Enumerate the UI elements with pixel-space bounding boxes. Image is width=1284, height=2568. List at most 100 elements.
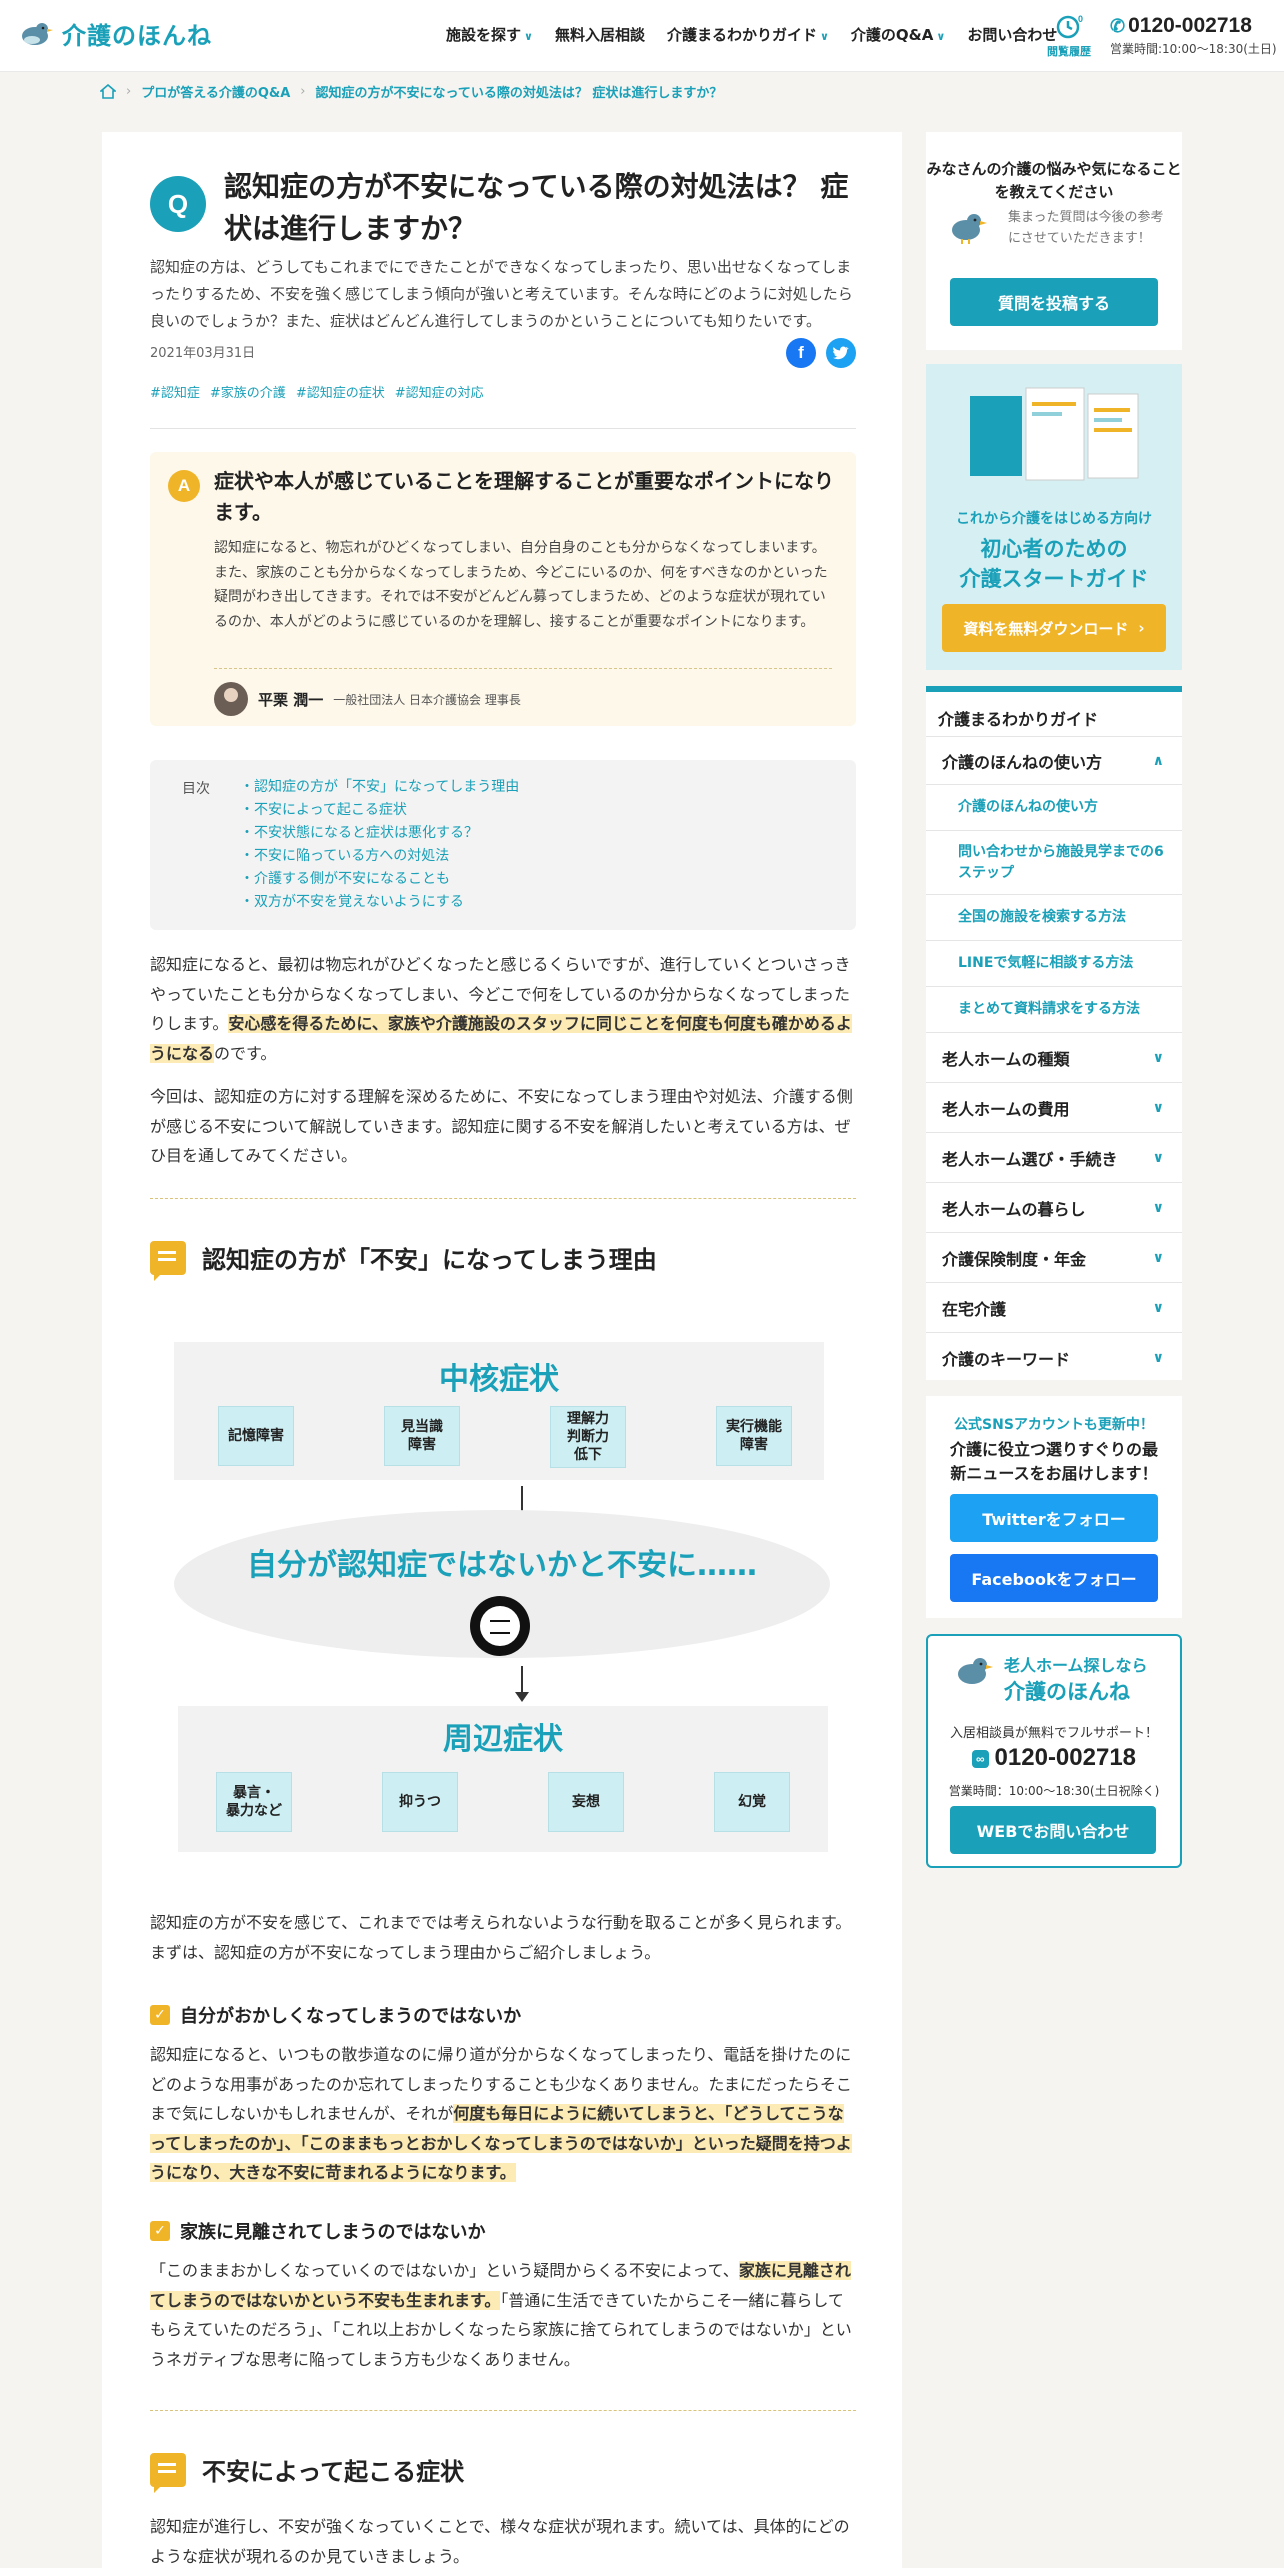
guide-section-label: 老人ホームの種類 bbox=[942, 1049, 1070, 1069]
toc-item-label: 認知症の方が「不安」になってしまう理由 bbox=[254, 779, 520, 795]
web-contact-button[interactable]: WEBでお問い合わせ bbox=[950, 1806, 1156, 1854]
start-guide-banner[interactable]: これから介護をはじめる方向け 初心者のための 介護スタートガイド 資料を無料ダウ… bbox=[926, 364, 1182, 670]
answer-author: 平栗 潤一 一般社団法人 日本介護協会 理事長 bbox=[214, 682, 521, 716]
guide-section[interactable]: 老人ホームの種類 ∨ bbox=[926, 1032, 1182, 1082]
site-logo[interactable]: 介護のほんね bbox=[16, 16, 212, 51]
breadcrumb-qa[interactable]: プロが答える介護のQ&A bbox=[141, 82, 290, 101]
toc-item-label: 不安によって起こる症状 bbox=[254, 802, 407, 819]
nav-contact[interactable]: お問い合わせ bbox=[967, 24, 1057, 45]
breadcrumb-current: 認知症の方が不安になっている際の対処法は？ 症状は進行しますか？ bbox=[315, 86, 723, 101]
twitter-share-icon[interactable] bbox=[826, 338, 856, 368]
subsection-title: 自分がおかしくなってしまうのではないか bbox=[180, 2006, 522, 2027]
toc-label: 目次 bbox=[182, 781, 210, 797]
checkbox-icon: ✓ bbox=[150, 2005, 170, 2025]
chevron-down-icon: ∨ bbox=[1152, 1049, 1164, 1066]
contact-card: 老人ホーム探しなら 介護のほんね 入居相談員が無料でフルサポート！ ∞ 0120-… bbox=[926, 1634, 1182, 1868]
toc-item[interactable]: ・不安によって起こる症状 bbox=[240, 799, 519, 822]
toc-item[interactable]: ・双方が不安を覚えないようにする bbox=[240, 891, 519, 914]
guide-section[interactable]: 老人ホームの暮らし ∨ bbox=[926, 1182, 1182, 1232]
nav-label: 施設を探す bbox=[446, 26, 522, 44]
facebook-share-icon[interactable]: f bbox=[786, 338, 816, 368]
subsection-heading: ✓ 家族に見離されてしまうのではないか bbox=[150, 2218, 485, 2244]
contact-card-sub: 老人ホーム探しなら bbox=[1004, 1656, 1148, 1675]
guide-banner-sub: これから介護をはじめる方向け bbox=[956, 511, 1152, 527]
peripheral-item: 暴言・ 暴力など bbox=[216, 1772, 292, 1832]
question-card-title: みなさんの介護の悩みや気になることを教えてください bbox=[926, 160, 1182, 202]
section-paragraph: 認知症が進行し、不安が強くなっていくことで、様々な症状が現れます。続いては、具体… bbox=[150, 2517, 850, 2566]
question-badge: Q bbox=[150, 176, 206, 232]
answer-badge: A bbox=[168, 470, 200, 502]
facebook-follow-button[interactable]: Facebookをフォロー bbox=[950, 1554, 1158, 1602]
text: 「このままおかしくなっていくのではないか」という疑問からくる不安によって、 bbox=[150, 2261, 739, 2280]
tag-link[interactable]: #認知症の症状 bbox=[296, 382, 385, 401]
guide-section[interactable]: 在宅介護 ∨ bbox=[926, 1282, 1182, 1332]
toc-item-label: 介護する側が不安になることも bbox=[254, 871, 450, 888]
button-label: 資料を無料ダウンロード bbox=[963, 619, 1129, 638]
guide-sub-item[interactable]: まとめて資料請求をする方法 bbox=[926, 986, 1182, 1032]
history-label: 閲覧履歴 bbox=[1047, 45, 1091, 58]
subsection-paragraph: 認知症になると、いつもの散歩道なのに帰り道が分からなくなってしまったり、電話を掛… bbox=[150, 2040, 856, 2188]
section-paragraph: 認知症の方が不安を感じて、これまででは考えられないような行動を取ることが多く見ら… bbox=[150, 1913, 852, 1962]
toc-item[interactable]: ・不安に陥っている方への対処法 bbox=[240, 845, 519, 868]
contact-phone[interactable]: ∞ 0120-002718 bbox=[928, 1744, 1180, 1772]
guide-section-label: 介護のほんねの使い方 bbox=[942, 752, 1103, 772]
guide-section[interactable]: 介護保険制度・年金 ∨ bbox=[926, 1232, 1182, 1282]
guide-section[interactable]: 老人ホームの費用 ∨ bbox=[926, 1082, 1182, 1132]
guide-menu-title: 介護まるわかりガイド bbox=[938, 710, 1099, 729]
share-buttons: f bbox=[786, 338, 856, 368]
core-item: 見当識 障害 bbox=[384, 1406, 460, 1466]
guide-section[interactable]: 介護のキーワード ∨ bbox=[926, 1332, 1182, 1382]
article: Q 認知症の方が不安になっている際の対処法は？ 症状は進行しますか？ 認知症の方… bbox=[102, 132, 902, 2568]
guide-sub-item[interactable]: 全国の施設を検索する方法 bbox=[926, 894, 1182, 940]
subsection-paragraph: 「このままおかしくなっていくのではないか」という疑問からくる不安によって、家族に… bbox=[150, 2256, 856, 2374]
peripheral-item: 妄想 bbox=[548, 1772, 624, 1832]
question-card: みなさんの介護の悩みや気になることを教えてください 集まった質問は今後の参考にさ… bbox=[926, 132, 1182, 350]
divider bbox=[150, 2410, 856, 2411]
history-button[interactable]: 0 閲覧履歴 bbox=[1046, 14, 1092, 59]
guide-section[interactable]: 老人ホーム選び・手続き ∨ bbox=[926, 1132, 1182, 1182]
speech-bubble-icon bbox=[150, 1240, 186, 1281]
toc-list: ・認知症の方が「不安」になってしまう理由 ・不安によって起こる症状 ・不安状態に… bbox=[240, 776, 519, 915]
core-item: 理解力 判断力 低下 bbox=[550, 1406, 626, 1468]
guide-sub-item[interactable]: LINEで気軽に相談する方法 bbox=[926, 940, 1182, 986]
subsection-heading: ✓ 自分がおかしくなってしまうのではないか bbox=[150, 2002, 521, 2028]
contact-hours: 営業時間：10:00〜18:30(土日祝除く) bbox=[948, 1784, 1160, 1798]
nav-facility-search[interactable]: 施設を探す ∨ bbox=[446, 24, 533, 45]
nav-free-consult[interactable]: 無料入居相談 bbox=[555, 24, 645, 45]
answer-box: A 症状や本人が感じていることを理解することが重要なポイントになります。 認知症… bbox=[150, 452, 856, 726]
tag-link[interactable]: #認知症の対応 bbox=[395, 382, 484, 401]
chevron-down-icon: ∨ bbox=[819, 30, 829, 43]
chevron-down-icon: ∨ bbox=[1152, 1249, 1164, 1266]
history-count: 0 bbox=[1078, 14, 1083, 24]
bird-mascot-icon bbox=[958, 1658, 993, 1684]
chevron-down-icon: ∨ bbox=[524, 30, 533, 43]
home-icon[interactable] bbox=[100, 84, 116, 99]
guide-menu: 介護まるわかりガイド 介護のほんねの使い方 ∧ 介護のほんねの使い方 問い合わせか… bbox=[926, 686, 1182, 1380]
header-phone[interactable]: ✆ 0120-002718 営業時間:10:00〜18:30(土日) bbox=[1110, 14, 1277, 57]
peripheral-item: 抑うつ bbox=[382, 1772, 458, 1832]
nav-qa[interactable]: 介護のQ&A ∨ bbox=[851, 24, 945, 45]
guide-section-usage[interactable]: 介護のほんねの使い方 ∧ bbox=[926, 736, 1182, 784]
speech-bubble-icon bbox=[150, 2452, 186, 2493]
answer-title: 症状や本人が感じていることを理解することが重要なポイントになります。 bbox=[214, 469, 834, 524]
chevron-right-icon: › bbox=[1138, 619, 1145, 637]
guide-sub-item[interactable]: 問い合わせから施設見学までの6ステップ bbox=[926, 830, 1182, 894]
download-guide-button[interactable]: 資料を無料ダウンロード › bbox=[942, 604, 1166, 652]
answer-body: 認知症になると、物忘れがひどくなってしまい、自分自身のことも分からなくなってしま… bbox=[214, 540, 828, 630]
chevron-down-icon: ∨ bbox=[1152, 1099, 1164, 1116]
twitter-follow-button[interactable]: Twitterをフォロー bbox=[950, 1494, 1158, 1542]
nav-guide[interactable]: 介護まるわかりガイド ∨ bbox=[667, 24, 829, 45]
sns-card-sub: 公式SNSアカウントも更新中！ bbox=[954, 1417, 1154, 1433]
tag-link[interactable]: #認知症 bbox=[150, 382, 200, 401]
intro-paragraph: 認知症になると、最初は物忘れがひどくなったと感じるくらいですが、進行していくとつ… bbox=[150, 950, 856, 1068]
tag-link[interactable]: #家族の介護 bbox=[210, 382, 286, 401]
nav-label: 介護のQ&A bbox=[850, 26, 934, 44]
toc-item[interactable]: ・不安状態になると症状は悪化する？ bbox=[240, 822, 519, 845]
text: のです。 bbox=[214, 1043, 277, 1063]
post-question-button[interactable]: 質問を投稿する bbox=[950, 278, 1158, 326]
guide-sub-item[interactable]: 介護のほんねの使い方 bbox=[926, 784, 1182, 830]
phone-number: 0120-002718 bbox=[994, 1744, 1137, 1771]
toc-item[interactable]: ・介護する側が不安になることも bbox=[240, 868, 519, 891]
chevron-down-icon: ∨ bbox=[1152, 1199, 1164, 1216]
toc-item[interactable]: ・認知症の方が「不安」になってしまう理由 bbox=[240, 776, 519, 799]
